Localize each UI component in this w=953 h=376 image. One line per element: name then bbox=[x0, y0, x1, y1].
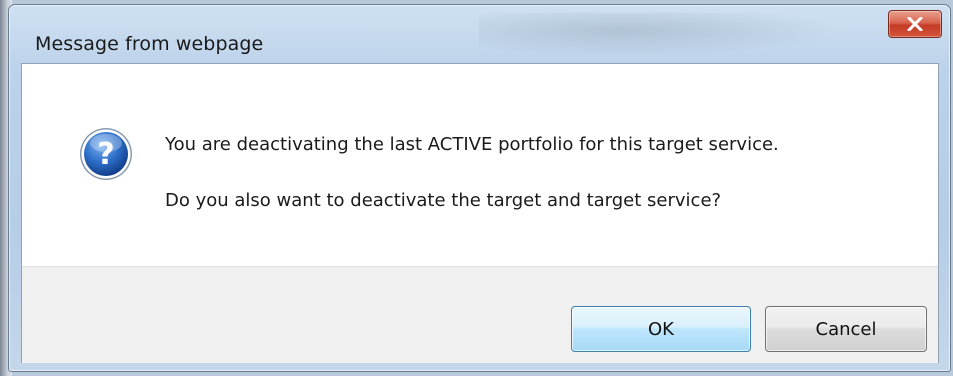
cancel-button[interactable]: Cancel bbox=[765, 306, 927, 352]
message-line-1: You are deactivating the last ACTIVE por… bbox=[165, 134, 779, 155]
svg-text:?: ? bbox=[97, 137, 114, 172]
message-area: ? You are deactivating the last ACTIVE p… bbox=[22, 64, 938, 266]
close-button[interactable] bbox=[888, 10, 942, 38]
dialog-client-area: ? You are deactivating the last ACTIVE p… bbox=[21, 63, 939, 363]
title-bar[interactable]: Message from webpage bbox=[9, 5, 950, 63]
close-icon bbox=[907, 17, 923, 31]
button-bar: OK Cancel bbox=[22, 266, 938, 363]
message-dialog: Message from webpage ? You are deactivat… bbox=[8, 4, 951, 372]
ok-button[interactable]: OK bbox=[571, 306, 751, 352]
dialog-title: Message from webpage bbox=[35, 33, 264, 55]
message-line-2: Do you also want to deactivate the targe… bbox=[165, 190, 722, 211]
question-icon: ? bbox=[80, 128, 132, 180]
blurred-background bbox=[479, 13, 839, 57]
